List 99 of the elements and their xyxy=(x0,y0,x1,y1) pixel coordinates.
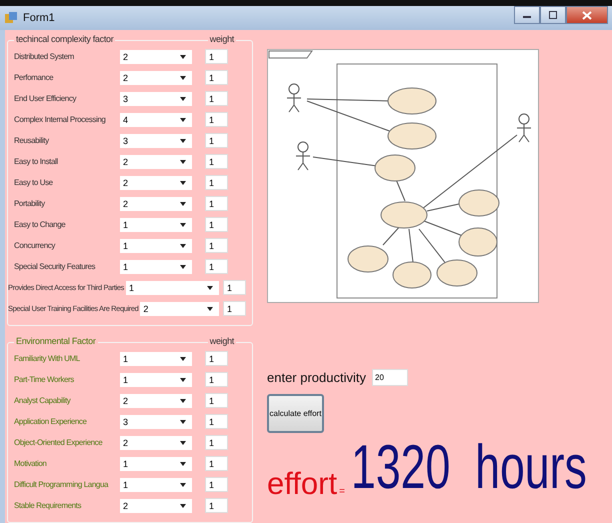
weight-field[interactable]: 1 xyxy=(205,238,228,253)
caret-icon xyxy=(207,286,213,290)
weight-field[interactable]: 1 xyxy=(205,91,228,106)
weight-header: weight xyxy=(208,34,236,44)
weight-field[interactable]: 1 xyxy=(205,217,228,232)
rating-dropdown[interactable]: 2 xyxy=(120,70,192,84)
weight-header: weight xyxy=(208,336,236,346)
caret-icon xyxy=(180,378,186,382)
rating-dropdown[interactable]: 3 xyxy=(120,414,192,428)
factor-label: End User Efficiency xyxy=(14,94,78,103)
close-button[interactable] xyxy=(566,6,608,24)
effort-label: effort xyxy=(267,468,338,499)
weight-field[interactable]: 1 xyxy=(205,196,228,211)
rating-dropdown[interactable]: 1 xyxy=(126,280,219,294)
rating-dropdown[interactable]: 1 xyxy=(120,456,192,470)
weight-field[interactable]: 1 xyxy=(223,280,246,295)
close-icon xyxy=(582,10,592,20)
rating-dropdown[interactable]: 1 xyxy=(120,478,192,492)
rating-dropdown[interactable]: 3 xyxy=(120,92,192,106)
factor-label: Special Security Features xyxy=(14,262,96,271)
factor-label: Familiarity With UML xyxy=(14,354,81,363)
weight-field[interactable]: 1 xyxy=(205,49,228,64)
caret-icon xyxy=(180,76,186,80)
calculate-effort-button[interactable]: calculate effort xyxy=(267,394,324,433)
rating-dropdown[interactable]: 1 xyxy=(120,218,192,232)
rating-dropdown[interactable]: 2 xyxy=(120,196,192,210)
caret-icon xyxy=(180,54,186,58)
caret-icon xyxy=(180,264,186,268)
rating-dropdown[interactable]: 1 xyxy=(120,372,192,386)
caret-icon xyxy=(180,118,186,122)
weight-field[interactable]: 1 xyxy=(205,435,228,450)
caret-icon xyxy=(207,306,213,310)
caret-icon xyxy=(180,180,186,184)
minimize-button[interactable] xyxy=(514,6,540,24)
rating-dropdown[interactable]: 1 xyxy=(120,238,192,252)
weight-field[interactable]: 1 xyxy=(205,175,228,190)
caret-icon xyxy=(180,398,186,402)
group-title: Environmental Factor xyxy=(14,336,98,346)
factor-label: Perfomance xyxy=(14,73,54,82)
caret-icon xyxy=(180,462,186,466)
caret-icon xyxy=(180,202,186,206)
factor-label: Concurrency xyxy=(14,241,56,250)
factor-label: Analyst Capability xyxy=(14,396,72,405)
rating-dropdown[interactable]: 2 xyxy=(120,176,192,190)
caret-icon xyxy=(180,160,186,164)
maximize-icon xyxy=(548,11,558,19)
effort-result: 1320 hours xyxy=(350,437,587,499)
rating-dropdown[interactable]: 1 xyxy=(120,260,192,274)
factor-label: Object-Oriented Experience xyxy=(14,438,104,447)
rating-dropdown[interactable]: 2 xyxy=(120,498,192,512)
factor-label: Easy to Change xyxy=(14,220,66,229)
caret-icon xyxy=(180,440,186,444)
rating-dropdown[interactable]: 2 xyxy=(120,154,192,168)
rating-dropdown[interactable]: 2 xyxy=(140,302,219,316)
rating-dropdown[interactable]: 3 xyxy=(120,134,192,148)
caret-icon xyxy=(180,482,186,486)
caret-icon xyxy=(180,244,186,248)
factor-label: Reusability xyxy=(14,136,50,145)
factor-label: Portability xyxy=(14,199,46,208)
weight-field[interactable]: 1 xyxy=(205,372,228,387)
caret-icon xyxy=(180,420,186,424)
weight-field[interactable]: 1 xyxy=(205,456,228,471)
caret-icon xyxy=(180,504,186,508)
equals-sign: = xyxy=(339,486,345,497)
factor-label: Complex Internal Processing xyxy=(14,115,106,124)
weight-field[interactable]: 1 xyxy=(205,133,228,148)
weight-field[interactable]: 1 xyxy=(223,301,246,316)
factor-label: Distributed System xyxy=(14,52,75,61)
rating-dropdown[interactable]: 1 xyxy=(120,352,192,366)
caret-icon xyxy=(180,138,186,142)
weight-field[interactable]: 1 xyxy=(205,498,228,513)
factor-label: Stable Requirements xyxy=(14,501,82,510)
weight-field[interactable]: 1 xyxy=(205,393,228,408)
form-icon xyxy=(4,11,18,25)
factor-label: Part-Time Workers xyxy=(14,375,75,384)
rating-dropdown[interactable]: 2 xyxy=(120,394,192,408)
factor-label: Motivation xyxy=(14,459,48,468)
weight-field[interactable]: 1 xyxy=(205,112,228,127)
group-title: techincal complexity factor xyxy=(14,34,116,44)
productivity-label: enter productivity xyxy=(267,370,366,385)
factor-label: Difficult Programming Langua xyxy=(14,480,110,489)
factor-label: Application Experience xyxy=(14,417,88,426)
caret-icon xyxy=(180,96,186,100)
weight-field[interactable]: 1 xyxy=(205,259,228,274)
window-title: Form1 xyxy=(23,12,55,24)
weight-field[interactable]: 1 xyxy=(205,70,228,85)
caret-icon xyxy=(180,222,186,226)
weight-field[interactable]: 1 xyxy=(205,477,228,492)
factor-label: Easy to Use xyxy=(14,178,54,187)
maximize-button[interactable] xyxy=(540,6,566,24)
weight-field[interactable]: 1 xyxy=(205,351,228,366)
factor-label: Easy to Install xyxy=(14,157,59,166)
rating-dropdown[interactable]: 2 xyxy=(120,436,192,450)
rating-dropdown[interactable]: 4 xyxy=(120,112,192,126)
weight-field[interactable]: 1 xyxy=(205,154,228,169)
weight-field[interactable]: 1 xyxy=(205,414,228,429)
productivity-field[interactable]: 20 xyxy=(372,369,408,386)
caret-icon xyxy=(180,356,186,360)
rating-dropdown[interactable]: 2 xyxy=(120,50,192,64)
